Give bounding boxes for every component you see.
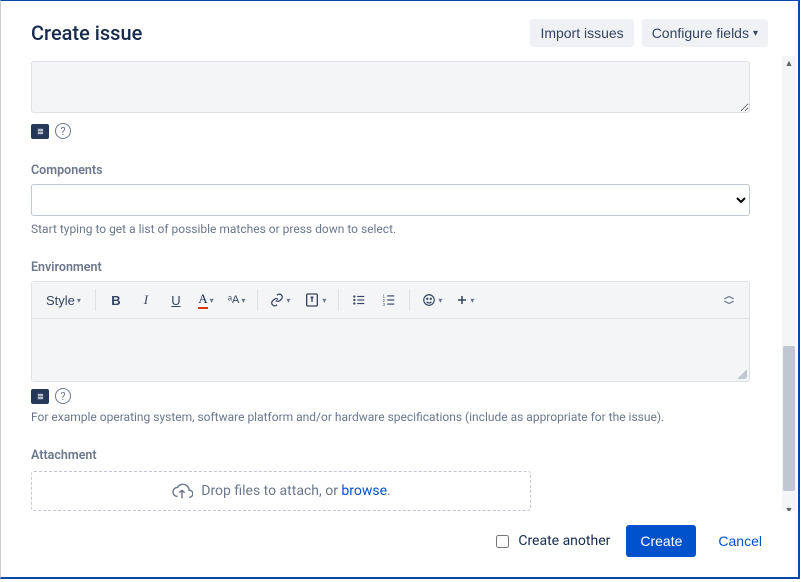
configure-fields-button[interactable]: Configure fields ▾	[642, 19, 768, 47]
field-icons: ≣ ?	[31, 388, 750, 404]
svg-text:3: 3	[383, 302, 386, 307]
environment-label: Environment	[31, 260, 750, 275]
chevron-down-icon: ▾	[322, 296, 326, 305]
rte-style-dropdown[interactable]: Style▾	[38, 286, 89, 314]
create-button[interactable]: Create	[626, 525, 696, 557]
dialog-header: Create issue Import issues Configure fie…	[1, 1, 798, 57]
rte-underline-button[interactable]: U	[162, 286, 190, 314]
collapse-icon	[722, 295, 736, 305]
scrollbar-thumb[interactable]	[783, 346, 795, 491]
chevron-down-icon: ▾	[77, 296, 81, 305]
dropzone-text: Drop files to attach, or browse.	[201, 483, 391, 499]
chevron-down-icon: ▾	[286, 296, 290, 305]
environment-editor: Style▾ B I U A▾ ᵃA▾ ▾ ▾	[31, 281, 750, 382]
visual-editor-icon[interactable]: ≣	[31, 389, 49, 404]
dialog-body[interactable]: ≣ ? Components Start typing to get a lis…	[1, 56, 780, 517]
separator	[409, 289, 410, 311]
environment-help: For example operating system, software p…	[31, 410, 750, 424]
scroll-up-icon[interactable]: ▲	[782, 56, 796, 70]
help-icon[interactable]: ?	[55, 388, 71, 404]
create-another-option[interactable]: Create another	[492, 532, 610, 551]
chevron-down-icon: ▾	[470, 296, 474, 305]
prior-field-textarea[interactable]	[31, 61, 750, 113]
numberlist-icon: 123	[382, 293, 396, 307]
separator	[338, 289, 339, 311]
browse-link[interactable]: browse	[341, 483, 387, 499]
rte-bulletlist-button[interactable]	[345, 286, 373, 314]
emoji-icon	[422, 293, 436, 307]
scrollbar[interactable]: ▲ ▼	[782, 56, 796, 517]
dialog-title: Create issue	[31, 21, 142, 45]
dialog-footer: Create another Create Cancel	[1, 511, 798, 577]
rte-link-button[interactable]: ▾	[264, 286, 296, 314]
chevron-down-icon: ▾	[753, 28, 758, 39]
components-select[interactable]	[31, 184, 750, 216]
field-icons: ≣ ?	[31, 123, 750, 139]
rte-moreformat-button[interactable]: ᵃA▾	[222, 286, 251, 314]
bulletlist-icon	[352, 293, 366, 307]
rte-attachment-button[interactable]: ▾	[298, 286, 332, 314]
rte-italic-button[interactable]: I	[132, 286, 160, 314]
attachment-dropzone[interactable]: Drop files to attach, or browse.	[31, 471, 531, 511]
separator	[257, 289, 258, 311]
link-icon	[270, 293, 284, 307]
plus-icon	[456, 294, 468, 306]
rte-collapse-button[interactable]	[715, 286, 743, 314]
rte-insert-button[interactable]: ▾	[450, 286, 480, 314]
components-label: Components	[31, 163, 750, 178]
create-issue-dialog: Create issue Import issues Configure fie…	[0, 0, 800, 579]
attachment-label: Attachment	[31, 448, 750, 463]
chevron-down-icon: ▾	[438, 296, 442, 305]
chevron-down-icon: ▾	[210, 296, 214, 305]
rte-toolbar: Style▾ B I U A▾ ᵃA▾ ▾ ▾	[32, 282, 749, 319]
separator	[95, 289, 96, 311]
rte-bold-button[interactable]: B	[102, 286, 130, 314]
import-issues-button[interactable]: Import issues	[530, 19, 633, 47]
rte-textcolor-button[interactable]: A▾	[192, 286, 220, 314]
components-help: Start typing to get a list of possible m…	[31, 222, 750, 236]
cancel-button[interactable]: Cancel	[712, 532, 768, 550]
create-another-checkbox[interactable]	[496, 535, 509, 548]
header-actions: Import issues Configure fields ▾	[530, 19, 768, 47]
attachment-icon	[304, 292, 320, 308]
help-icon[interactable]: ?	[55, 123, 71, 139]
rte-numberlist-button[interactable]: 123	[375, 286, 403, 314]
environment-textarea[interactable]	[32, 319, 749, 381]
rte-emoji-button[interactable]: ▾	[416, 286, 448, 314]
upload-cloud-icon	[171, 482, 193, 500]
chevron-down-icon: ▾	[241, 296, 245, 305]
visual-editor-icon[interactable]: ≣	[31, 124, 49, 139]
